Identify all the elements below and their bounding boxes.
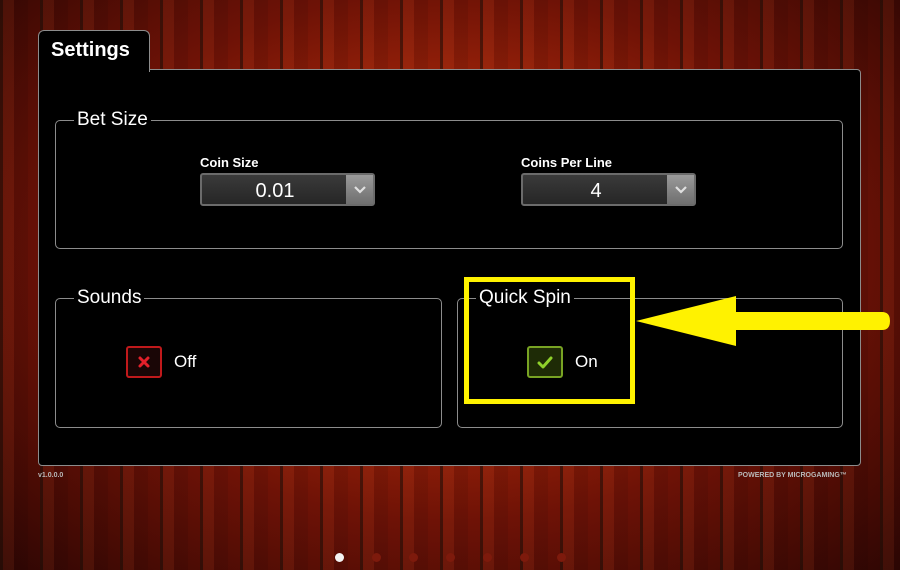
page-dot-2[interactable] bbox=[372, 553, 381, 562]
coin-size-select[interactable]: 0.01 bbox=[200, 173, 375, 206]
powered-by-text: POWERED BY MICROGAMING™ bbox=[738, 472, 847, 479]
annotation-arrow-icon bbox=[636, 296, 890, 346]
sounds-checkbox[interactable] bbox=[126, 346, 162, 378]
settings-tab-label: Settings bbox=[51, 39, 130, 61]
bet-size-group: Bet Size bbox=[55, 109, 843, 249]
tab-join bbox=[39, 67, 149, 71]
coins-per-line-label: Coins Per Line bbox=[521, 155, 613, 170]
annotation-highlight-box bbox=[464, 277, 635, 404]
version-text: v1.0.0.0 bbox=[38, 472, 64, 479]
sounds-legend: Sounds bbox=[77, 287, 142, 308]
sounds-state-label: Off bbox=[174, 352, 197, 371]
bet-size-legend: Bet Size bbox=[77, 109, 148, 130]
chevron-down-icon[interactable] bbox=[667, 175, 694, 204]
settings-tab[interactable]: Settings bbox=[38, 30, 150, 72]
close-icon bbox=[138, 356, 150, 368]
coin-size-value: 0.01 bbox=[255, 180, 295, 202]
page-dot-1[interactable] bbox=[335, 553, 344, 562]
sounds-group: Sounds bbox=[55, 287, 442, 428]
coin-size-label: Coin Size bbox=[200, 155, 259, 170]
page-dot-4[interactable] bbox=[446, 553, 455, 562]
chevron-down-icon[interactable] bbox=[346, 175, 373, 204]
page-dot-6[interactable] bbox=[520, 553, 529, 562]
page-dot-7[interactable] bbox=[557, 553, 566, 562]
page-dot-3[interactable] bbox=[409, 553, 418, 562]
page-dot-5[interactable] bbox=[483, 553, 492, 562]
coins-per-line-select[interactable]: 4 bbox=[521, 173, 696, 206]
coins-per-line-value: 4 bbox=[590, 180, 602, 202]
